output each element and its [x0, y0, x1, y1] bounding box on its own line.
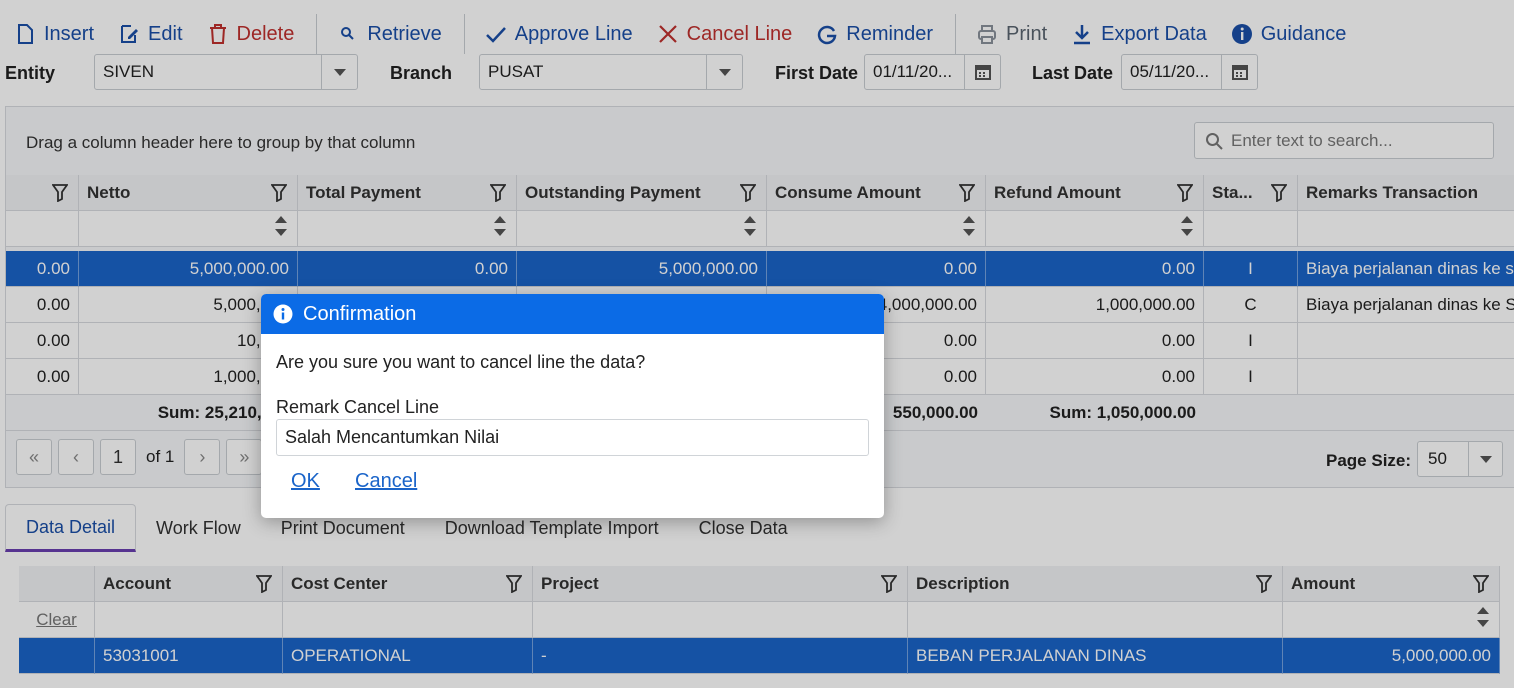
ok-button[interactable]: OK — [291, 470, 320, 493]
remark-cancel-line-label: Remark Cancel Line — [276, 397, 440, 417]
cancel-button[interactable]: Cancel — [355, 470, 417, 493]
remark-cancel-line-input[interactable] — [276, 419, 869, 456]
info-icon — [273, 304, 293, 324]
dialog-title: Confirmation — [303, 302, 417, 325]
dialog-message: Are you sure you want to cancel line the… — [276, 352, 646, 372]
confirmation-dialog: Confirmation Are you sure you want to ca… — [261, 294, 884, 518]
dialog-title-bar: Confirmation — [261, 294, 884, 334]
